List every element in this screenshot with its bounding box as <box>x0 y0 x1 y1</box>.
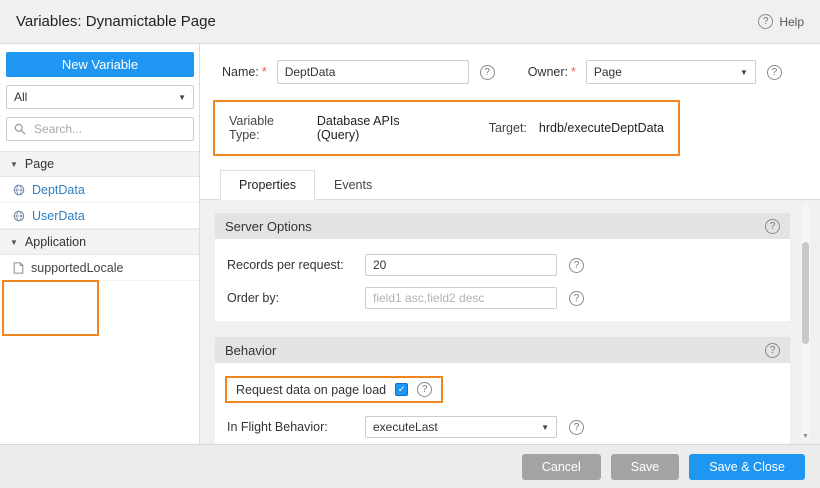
name-owner-row: Name:* ? Owner:* Page ▼ ? <box>222 60 800 84</box>
inflight-label: In Flight Behavior: <box>227 420 365 434</box>
tree-item-supportedlocale[interactable]: supportedLocale <box>0 255 199 281</box>
dialog-footer: Cancel Save Save & Close <box>0 444 820 488</box>
cancel-button[interactable]: Cancel <box>522 454 601 480</box>
behavior-title: Behavior <box>225 343 276 358</box>
service-variable-icon <box>13 210 25 222</box>
chevron-down-icon: ▼ <box>740 68 748 77</box>
tab-properties[interactable]: Properties <box>220 170 315 200</box>
tree-item-label: DeptData <box>32 183 85 197</box>
tree-section-application[interactable]: ▼ Application <box>0 229 199 255</box>
dialog-header: Variables: Dynamictable Page ? Help <box>0 0 820 44</box>
variables-tree: ▼ Page DeptData UserData ▼ Application <box>0 151 199 281</box>
save-close-button[interactable]: Save & Close <box>689 454 805 480</box>
caret-down-icon: ▼ <box>10 160 18 169</box>
tree-section-label: Page <box>25 157 54 171</box>
request-data-help-icon[interactable]: ? <box>417 382 432 397</box>
tree-section-page[interactable]: ▼ Page <box>0 151 199 177</box>
required-asterisk: * <box>571 65 576 79</box>
help-label: Help <box>779 15 804 29</box>
owner-select[interactable]: Page ▼ <box>586 60 756 84</box>
tab-bar: Properties Events <box>200 170 820 200</box>
target-pair: Target: hrdb/executeDeptData <box>489 121 664 135</box>
scroll-down-icon[interactable]: ▼ <box>801 433 810 440</box>
chevron-down-icon: ▼ <box>541 423 549 432</box>
order-by-help-icon[interactable]: ? <box>569 291 584 306</box>
page-title: Variables: Dynamictable Page <box>16 13 216 30</box>
name-help-icon[interactable]: ? <box>480 65 495 80</box>
locale-variable-icon <box>13 262 24 274</box>
inflight-select-value: executeLast <box>373 420 438 434</box>
behavior-header: Behavior ? <box>215 337 790 363</box>
tree-item-deptdata[interactable]: DeptData <box>0 177 199 203</box>
variable-type-value: Database APIs (Query) <box>317 114 441 142</box>
owner-help-icon[interactable]: ? <box>767 65 782 80</box>
behavior-body: Request data on page load ✓ ? In Flight … <box>215 363 790 444</box>
name-input[interactable] <box>277 60 469 84</box>
server-options-header: Server Options ? <box>215 213 790 239</box>
vertical-scrollbar: ▼ <box>801 204 810 440</box>
inflight-select[interactable]: executeLast ▼ <box>365 416 557 438</box>
inflight-behavior-row: In Flight Behavior: executeLast ▼ ? <box>227 416 780 438</box>
target-label: Target: <box>489 121 527 135</box>
new-variable-button[interactable]: New Variable <box>6 52 194 77</box>
records-label: Records per request: <box>227 258 365 272</box>
tree-item-label: UserData <box>32 209 85 223</box>
order-by-label: Order by: <box>227 291 365 305</box>
variable-type-pair: Variable Type: Database APIs (Query) <box>229 114 441 142</box>
server-options-title: Server Options <box>225 219 312 234</box>
search-box <box>6 117 194 141</box>
records-per-request-input[interactable] <box>365 254 557 276</box>
properties-panel: Server Options ? Records per request: ? … <box>200 200 820 444</box>
tree-item-userdata[interactable]: UserData <box>0 203 199 229</box>
request-data-label: Request data on page load <box>236 383 386 397</box>
annotation-box-request-data: Request data on page load ✓ ? <box>225 376 443 403</box>
variable-detail-panel: Name:* ? Owner:* Page ▼ ? Variable Type:… <box>200 44 820 444</box>
chevron-down-icon: ▼ <box>178 93 186 102</box>
tree-item-label: supportedLocale <box>31 261 123 275</box>
target-value: hrdb/executeDeptData <box>539 121 664 135</box>
annotation-box-variables <box>2 280 99 336</box>
order-by-input[interactable] <box>365 287 557 309</box>
server-options-help-icon[interactable]: ? <box>765 219 780 234</box>
behavior-help-icon[interactable]: ? <box>765 343 780 358</box>
records-help-icon[interactable]: ? <box>569 258 584 273</box>
owner-select-value: Page <box>594 65 622 79</box>
service-variable-icon <box>13 184 25 196</box>
filter-select[interactable]: All ▼ <box>6 85 194 109</box>
filter-select-value: All <box>14 90 27 104</box>
search-icon <box>14 123 26 135</box>
annotation-box-variable-type: Variable Type: Database APIs (Query) Tar… <box>213 100 680 156</box>
save-button[interactable]: Save <box>611 454 680 480</box>
tree-section-label: Application <box>25 235 86 249</box>
search-input[interactable] <box>32 121 186 137</box>
tab-events[interactable]: Events <box>315 170 391 200</box>
variable-type-label: Variable Type: <box>229 114 305 142</box>
order-by-row: Order by: ? <box>227 287 780 309</box>
request-data-checkbox[interactable]: ✓ <box>395 383 408 396</box>
help-button[interactable]: ? Help <box>758 14 804 29</box>
server-options-body: Records per request: ? Order by: ? <box>215 239 790 321</box>
caret-down-icon: ▼ <box>10 238 18 247</box>
scrollbar-thumb[interactable] <box>802 242 809 344</box>
variables-sidebar: New Variable All ▼ ▼ Page DeptData <box>0 44 200 444</box>
records-per-request-row: Records per request: ? <box>227 254 780 276</box>
variable-form: Name:* ? Owner:* Page ▼ ? Variable Type:… <box>200 44 820 156</box>
inflight-help-icon[interactable]: ? <box>569 420 584 435</box>
owner-label: Owner: <box>528 65 568 79</box>
help-icon: ? <box>758 14 773 29</box>
required-asterisk: * <box>262 65 267 79</box>
name-label: Name: <box>222 65 259 79</box>
